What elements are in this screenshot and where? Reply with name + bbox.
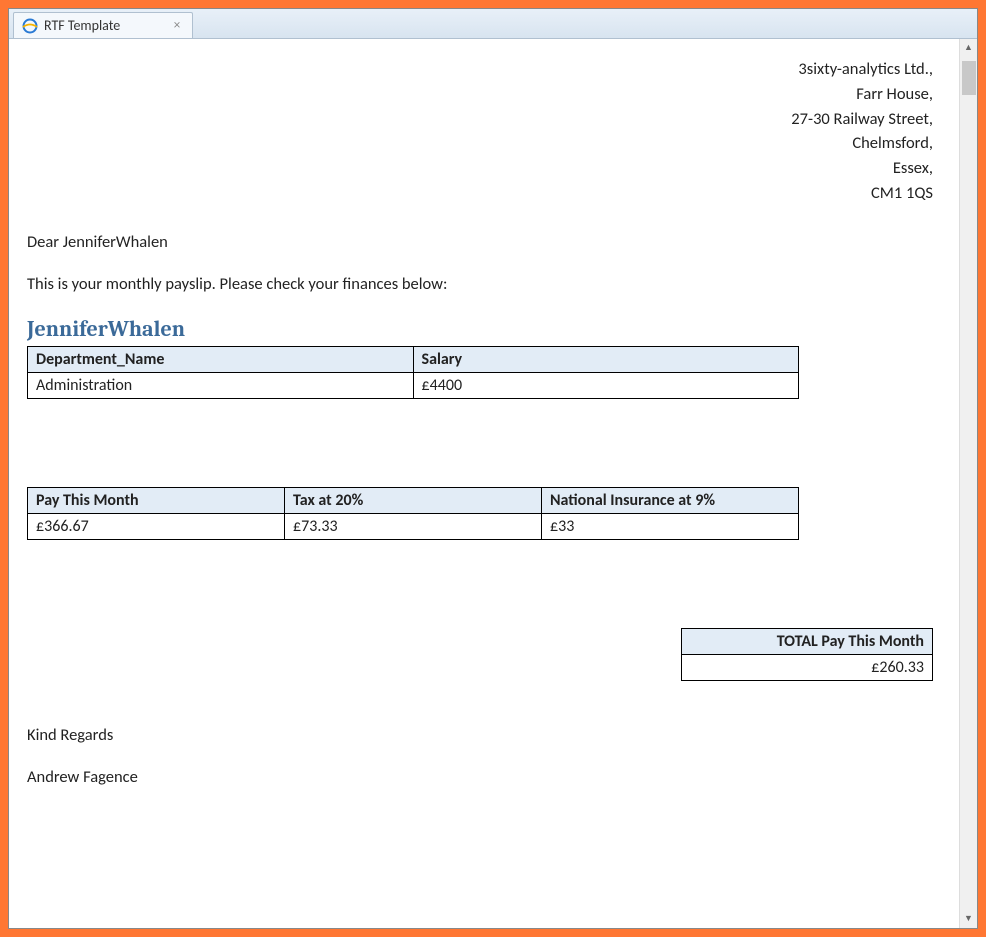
salary-header: Salary — [413, 346, 799, 372]
table-header-row: Pay This Month Tax at 20% National Insur… — [28, 487, 799, 513]
browser-tab[interactable]: RTF Template × — [13, 12, 193, 38]
salary-cell: £4400 — [413, 372, 799, 398]
address-block: 3sixty-analytics Ltd., Farr House, 27-30… — [27, 57, 933, 206]
intro-text: This is your monthly payslip. Please che… — [27, 274, 933, 294]
tab-bar: RTF Template × — [9, 9, 977, 39]
address-line: Farr House, — [27, 82, 933, 107]
pay-cell: £366.67 — [28, 513, 285, 539]
content-area: 3sixty-analytics Ltd., Farr House, 27-30… — [9, 39, 977, 928]
signature: Andrew Fagence — [27, 767, 933, 787]
ni-header: National Insurance at 9% — [542, 487, 799, 513]
department-table: Department_Name Salary Administration £4… — [27, 346, 799, 399]
ni-cell: £33 — [542, 513, 799, 539]
table-header-row: TOTAL Pay This Month — [682, 628, 933, 654]
tab-title: RTF Template — [44, 17, 164, 34]
scroll-thumb[interactable] — [962, 61, 976, 95]
scroll-down-button[interactable]: ▼ — [960, 910, 977, 928]
pay-table: Pay This Month Tax at 20% National Insur… — [27, 487, 799, 540]
dept-cell: Administration — [28, 372, 414, 398]
browser-window: RTF Template × 3sixty-analytics Ltd., Fa… — [8, 8, 978, 929]
table-row: £260.33 — [682, 654, 933, 680]
table-row: Administration £4400 — [28, 372, 799, 398]
greeting: Dear JenniferWhalen — [27, 232, 933, 252]
address-line: CM1 1QS — [27, 181, 933, 206]
table-row: £366.67 £73.33 £33 — [28, 513, 799, 539]
address-line: 27-30 Railway Street, — [27, 107, 933, 132]
close-icon[interactable]: × — [170, 19, 184, 33]
total-label: TOTAL Pay This Month — [682, 628, 933, 654]
dept-header: Department_Name — [28, 346, 414, 372]
vertical-scrollbar[interactable]: ▲ ▼ — [959, 39, 977, 928]
scroll-up-button[interactable]: ▲ — [960, 39, 977, 57]
total-table: TOTAL Pay This Month £260.33 — [681, 628, 933, 681]
tax-cell: £73.33 — [285, 513, 542, 539]
pay-header: Pay This Month — [28, 487, 285, 513]
address-line: Essex, — [27, 156, 933, 181]
table-header-row: Department_Name Salary — [28, 346, 799, 372]
regards: Kind Regards — [27, 725, 933, 745]
total-value: £260.33 — [682, 654, 933, 680]
recipient-heading: JenniferWhalen — [27, 316, 933, 342]
address-line: Chelmsford, — [27, 131, 933, 156]
document-body: 3sixty-analytics Ltd., Farr House, 27-30… — [9, 39, 959, 928]
tax-header: Tax at 20% — [285, 487, 542, 513]
address-line: 3sixty-analytics Ltd., — [27, 57, 933, 82]
ie-icon — [22, 18, 38, 34]
